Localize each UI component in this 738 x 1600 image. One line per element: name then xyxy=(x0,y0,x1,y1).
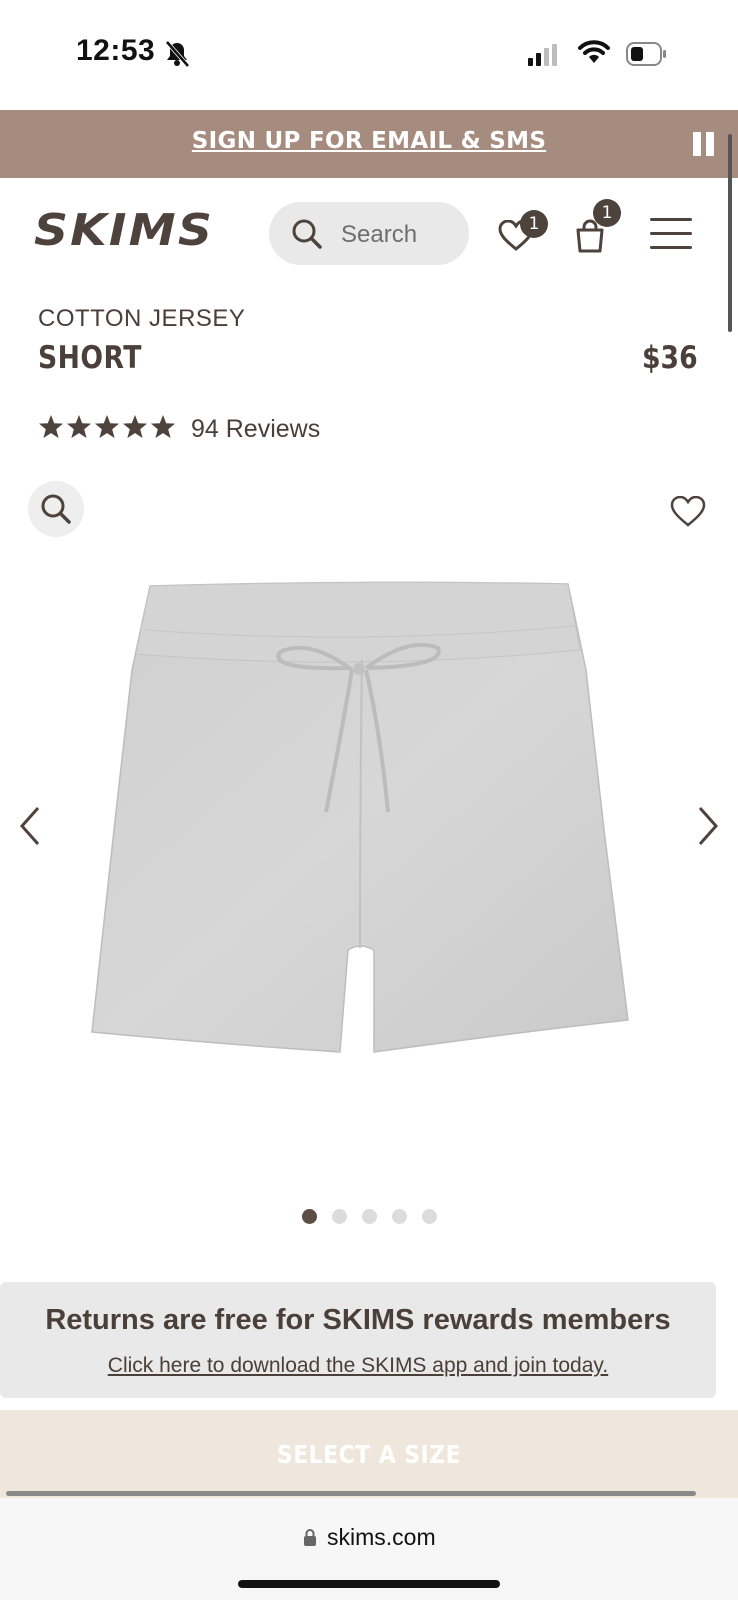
scrollbar[interactable] xyxy=(728,134,732,332)
carousel-dots xyxy=(302,1209,442,1225)
favorite-heart-icon[interactable] xyxy=(670,496,706,528)
bag-count-badge: 1 xyxy=(593,199,621,227)
carousel-dot[interactable] xyxy=(422,1209,437,1224)
email-sms-signup-link[interactable]: SIGN UP FOR EMAIL & SMS xyxy=(0,128,738,154)
browser-address-bar[interactable]: skims.com xyxy=(0,1498,738,1600)
battery-icon xyxy=(626,42,666,66)
cellular-signal-icon xyxy=(528,44,557,66)
previous-image-arrow-icon[interactable] xyxy=(18,806,42,846)
star-icon xyxy=(123,415,147,438)
star-icon xyxy=(95,415,119,438)
product-title: SHORT xyxy=(38,340,142,376)
status-time: 12:53 xyxy=(76,34,156,67)
product-subtitle: COTTON JERSEY xyxy=(38,305,246,332)
product-price: $36 xyxy=(642,340,698,376)
zoom-button[interactable] xyxy=(28,481,84,537)
carousel-dot-active[interactable] xyxy=(302,1209,317,1224)
page-load-progress xyxy=(6,1491,696,1496)
pause-button[interactable] xyxy=(693,132,715,156)
search-input[interactable]: Search xyxy=(269,202,469,265)
star-icon xyxy=(67,415,91,438)
search-placeholder: Search xyxy=(341,221,418,248)
zoom-search-icon xyxy=(41,494,71,524)
wishlist-button[interactable]: 1 xyxy=(498,210,548,254)
bell-off-icon xyxy=(165,40,190,68)
select-size-button[interactable]: SELECT A SIZE xyxy=(0,1410,738,1498)
next-image-arrow-icon[interactable] xyxy=(696,806,720,846)
star-icon xyxy=(151,415,175,438)
search-icon xyxy=(292,219,322,249)
svg-text:SKIMS: SKIMS xyxy=(34,205,214,253)
home-indicator[interactable] xyxy=(238,1580,500,1588)
select-size-label: SELECT A SIZE xyxy=(276,1440,462,1469)
bag-button[interactable]: 1 xyxy=(573,199,621,255)
url-text: skims.com xyxy=(327,1524,436,1550)
star-icon xyxy=(39,415,63,438)
promo-banner: SIGN UP FOR EMAIL & SMS xyxy=(0,110,738,178)
skims-logo[interactable]: SKIMS xyxy=(34,205,216,253)
carousel-dot[interactable] xyxy=(362,1209,377,1224)
product-image xyxy=(91,581,629,1053)
wishlist-count-badge: 1 xyxy=(520,210,548,238)
menu-icon[interactable] xyxy=(650,218,692,250)
rating-stars[interactable] xyxy=(38,414,178,440)
returns-banner: Returns are free for SKIMS rewards membe… xyxy=(0,1282,716,1398)
download-app-link[interactable]: Click here to download the SKIMS app and… xyxy=(0,1354,716,1378)
carousel-dot[interactable] xyxy=(332,1209,347,1224)
carousel-dot[interactable] xyxy=(392,1209,407,1224)
wifi-icon xyxy=(578,40,610,63)
returns-title: Returns are free for SKIMS rewards membe… xyxy=(45,1304,671,1336)
reviews-link[interactable]: 94 Reviews xyxy=(191,415,320,444)
lock-icon xyxy=(304,1529,316,1546)
